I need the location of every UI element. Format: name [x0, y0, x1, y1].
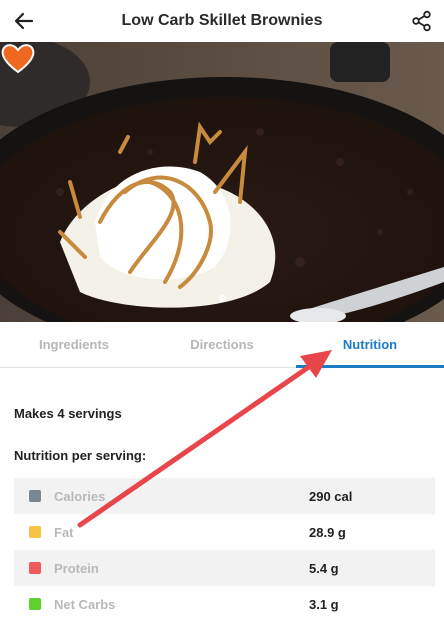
- nutrition-row-calories: Calories 290 cal: [14, 478, 435, 514]
- share-button[interactable]: [408, 7, 436, 35]
- tab-directions[interactable]: Directions: [148, 322, 296, 367]
- servings-text: Makes 4 servings: [14, 406, 122, 421]
- nutrition-row-net-carbs: Net Carbs 3.1 g: [14, 586, 435, 622]
- carousel-dot[interactable]: [218, 295, 226, 302]
- protein-color-swatch: [29, 562, 41, 574]
- nutrient-value: 28.9 g: [309, 524, 346, 540]
- nutrition-row-fat: Fat 28.9 g: [14, 514, 435, 550]
- arrow-left-icon: [14, 12, 34, 30]
- page-title: Low Carb Skillet Brownies: [121, 12, 323, 29]
- share-icon: [412, 10, 431, 32]
- back-button[interactable]: [10, 7, 38, 35]
- app-bar: Low Carb Skillet Brownies: [0, 0, 444, 42]
- nutrient-name: Protein: [54, 560, 99, 576]
- nutrient-name: Fat: [54, 524, 74, 540]
- carousel-indicator: [0, 295, 444, 302]
- tab-ingredients[interactable]: Ingredients: [0, 322, 148, 367]
- tab-nutrition[interactable]: Nutrition: [296, 322, 444, 368]
- nutrient-value: 290 cal: [309, 488, 353, 504]
- recipe-hero-image[interactable]: [0, 42, 444, 322]
- brownie-photo: [0, 42, 444, 322]
- nutrient-value: 3.1 g: [309, 596, 339, 612]
- nutrition-table: Calories 290 cal Fat 28.9 g Protein 5.4 …: [14, 478, 435, 622]
- heart-icon[interactable]: [0, 42, 36, 74]
- nutrient-name: Net Carbs: [54, 596, 116, 612]
- net-carbs-color-swatch: [29, 598, 41, 610]
- nutrition-row-protein: Protein 5.4 g: [14, 550, 435, 586]
- recipe-tabs: Ingredients Directions Nutrition: [0, 322, 444, 368]
- fat-color-swatch: [29, 526, 41, 538]
- nutrient-name: Calories: [54, 488, 106, 504]
- calories-color-swatch: [29, 490, 41, 502]
- per-serving-heading: Nutrition per serving:: [14, 448, 147, 463]
- nutrient-value: 5.4 g: [309, 560, 339, 576]
